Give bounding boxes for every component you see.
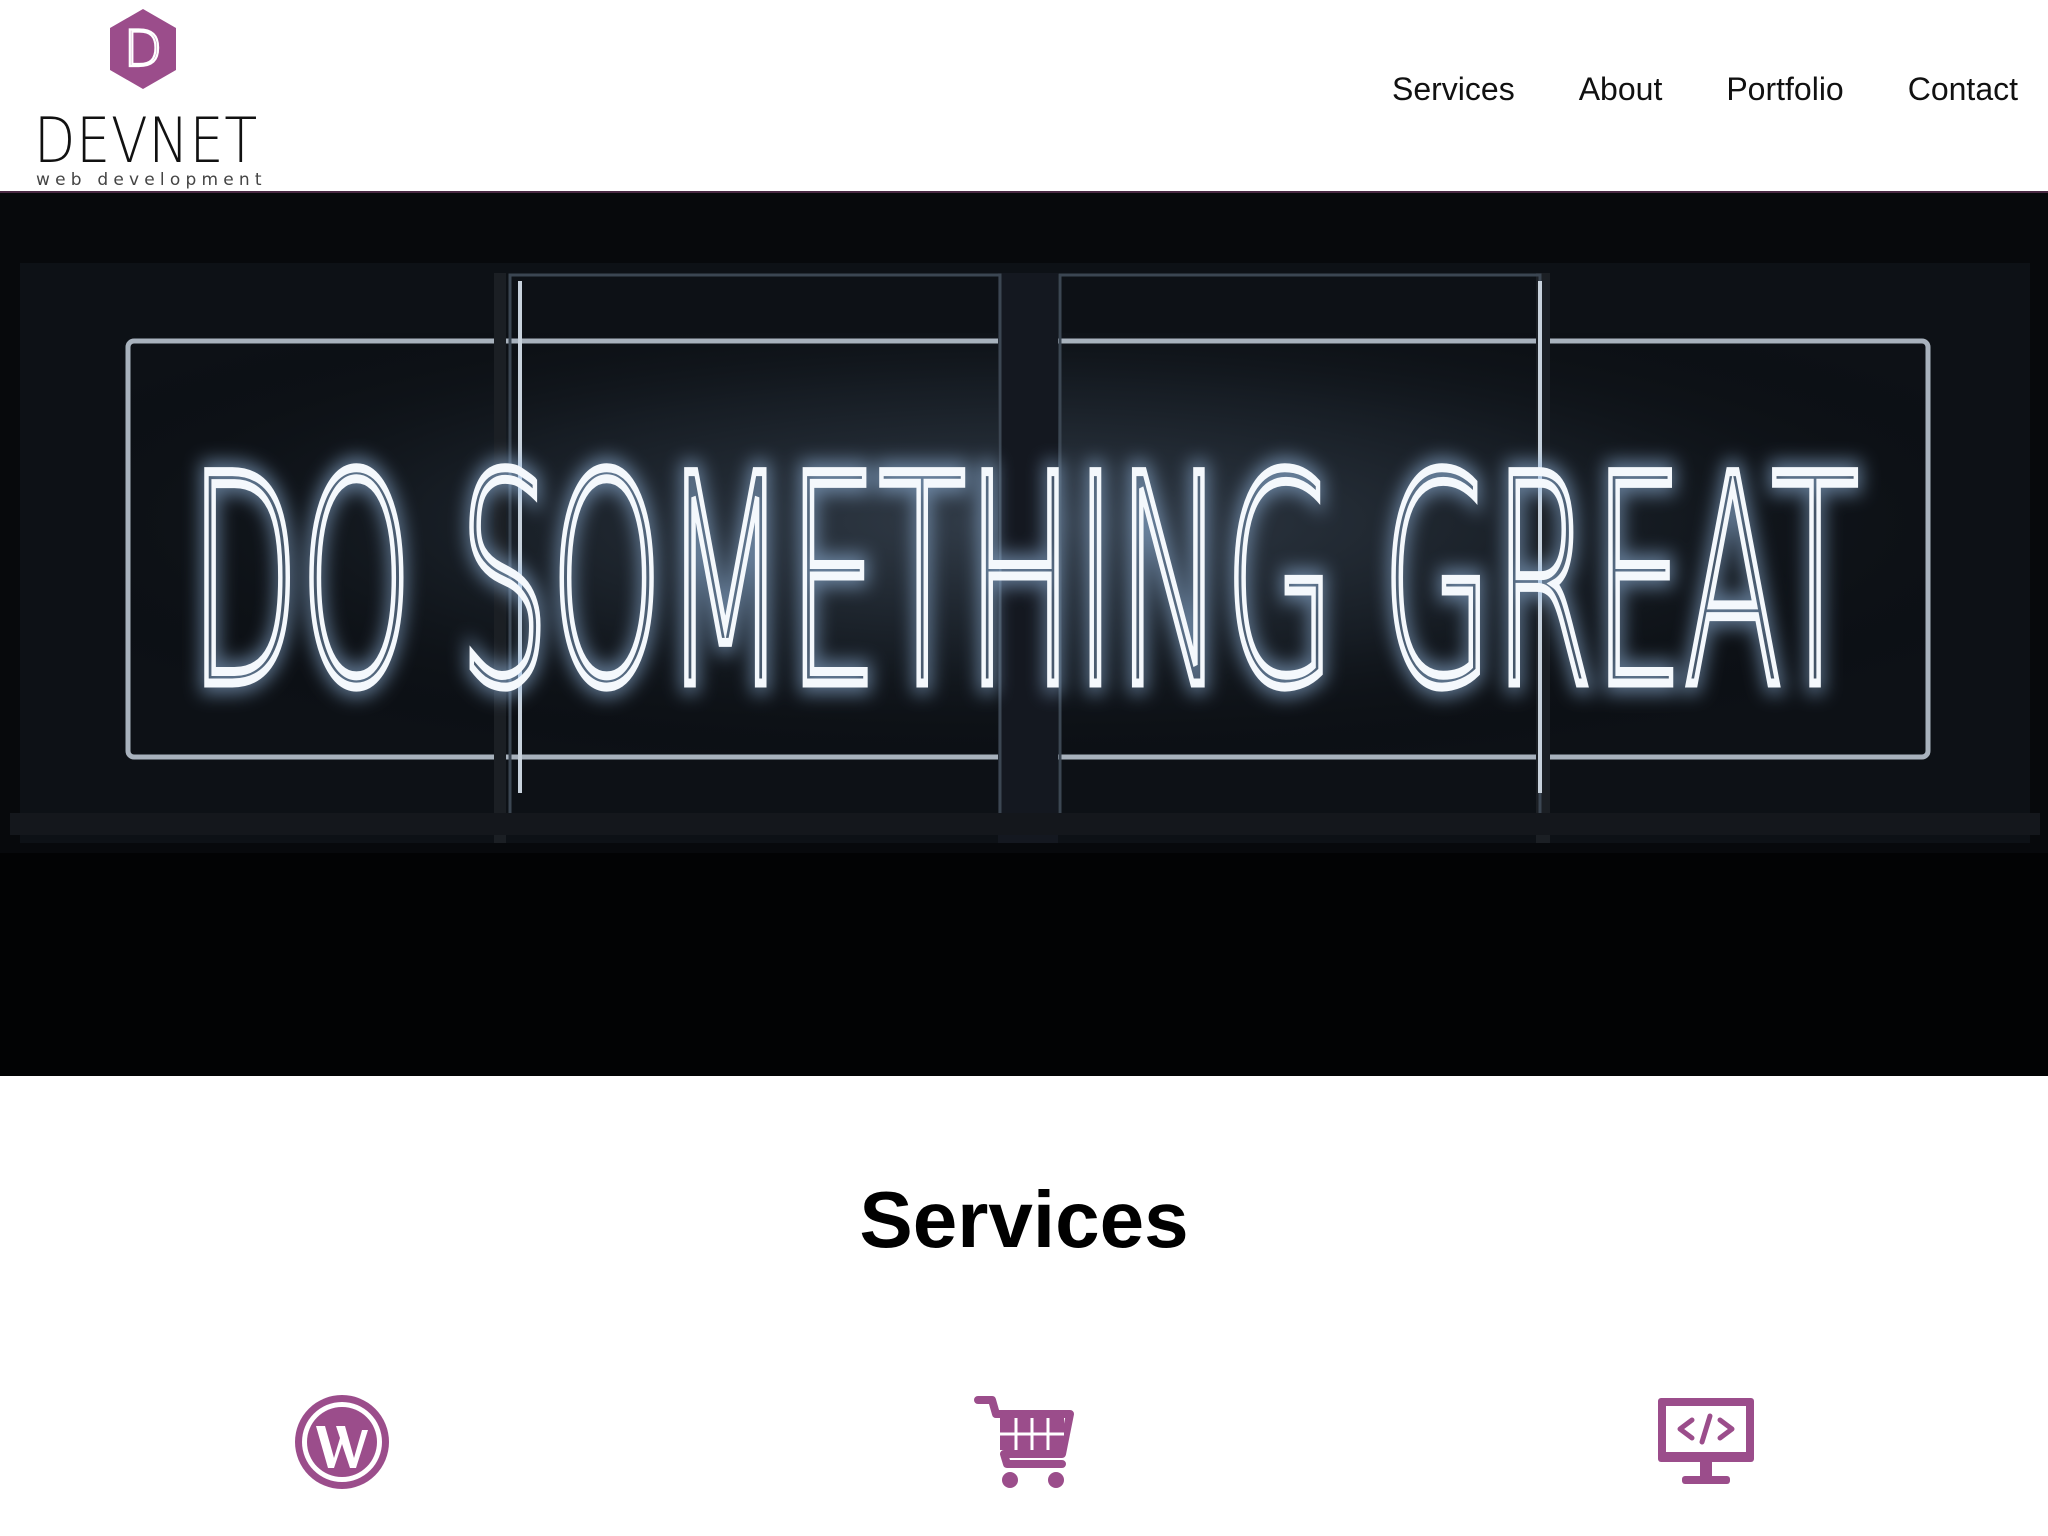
logo-tagline: web development	[36, 170, 267, 190]
logo-hex-icon: D	[110, 9, 176, 89]
logo[interactable]: D DEVNET web development	[34, 8, 267, 190]
svg-text:DEVNET: DEVNET	[34, 112, 258, 168]
services-heading: Services	[859, 1175, 1189, 1264]
nav-about[interactable]: About	[1579, 68, 1663, 110]
nav-services[interactable]: Services	[1392, 68, 1515, 110]
svg-text:DO SOMETHING GREAT: DO SOMETHING GREAT	[189, 415, 1859, 752]
hero-neon-image: DO SOMETHING GREAT DO SOMETHING GREAT	[0, 193, 2048, 1076]
nav-portfolio[interactable]: Portfolio	[1726, 68, 1843, 110]
svg-text:D: D	[124, 20, 163, 78]
logo-wordmark: DEVNET	[34, 112, 264, 168]
site-header: D DEVNET web development Services About …	[0, 0, 2048, 193]
nav-contact[interactable]: Contact	[1908, 68, 2018, 110]
main-nav: Services About Portfolio Contact	[1392, 68, 2018, 110]
shopping-cart-icon	[974, 1396, 1074, 1488]
monitor-code-icon	[1658, 1398, 1754, 1484]
wordpress-icon	[295, 1395, 389, 1489]
hero-banner: DO SOMETHING GREAT DO SOMETHING GREAT	[0, 193, 2048, 1076]
